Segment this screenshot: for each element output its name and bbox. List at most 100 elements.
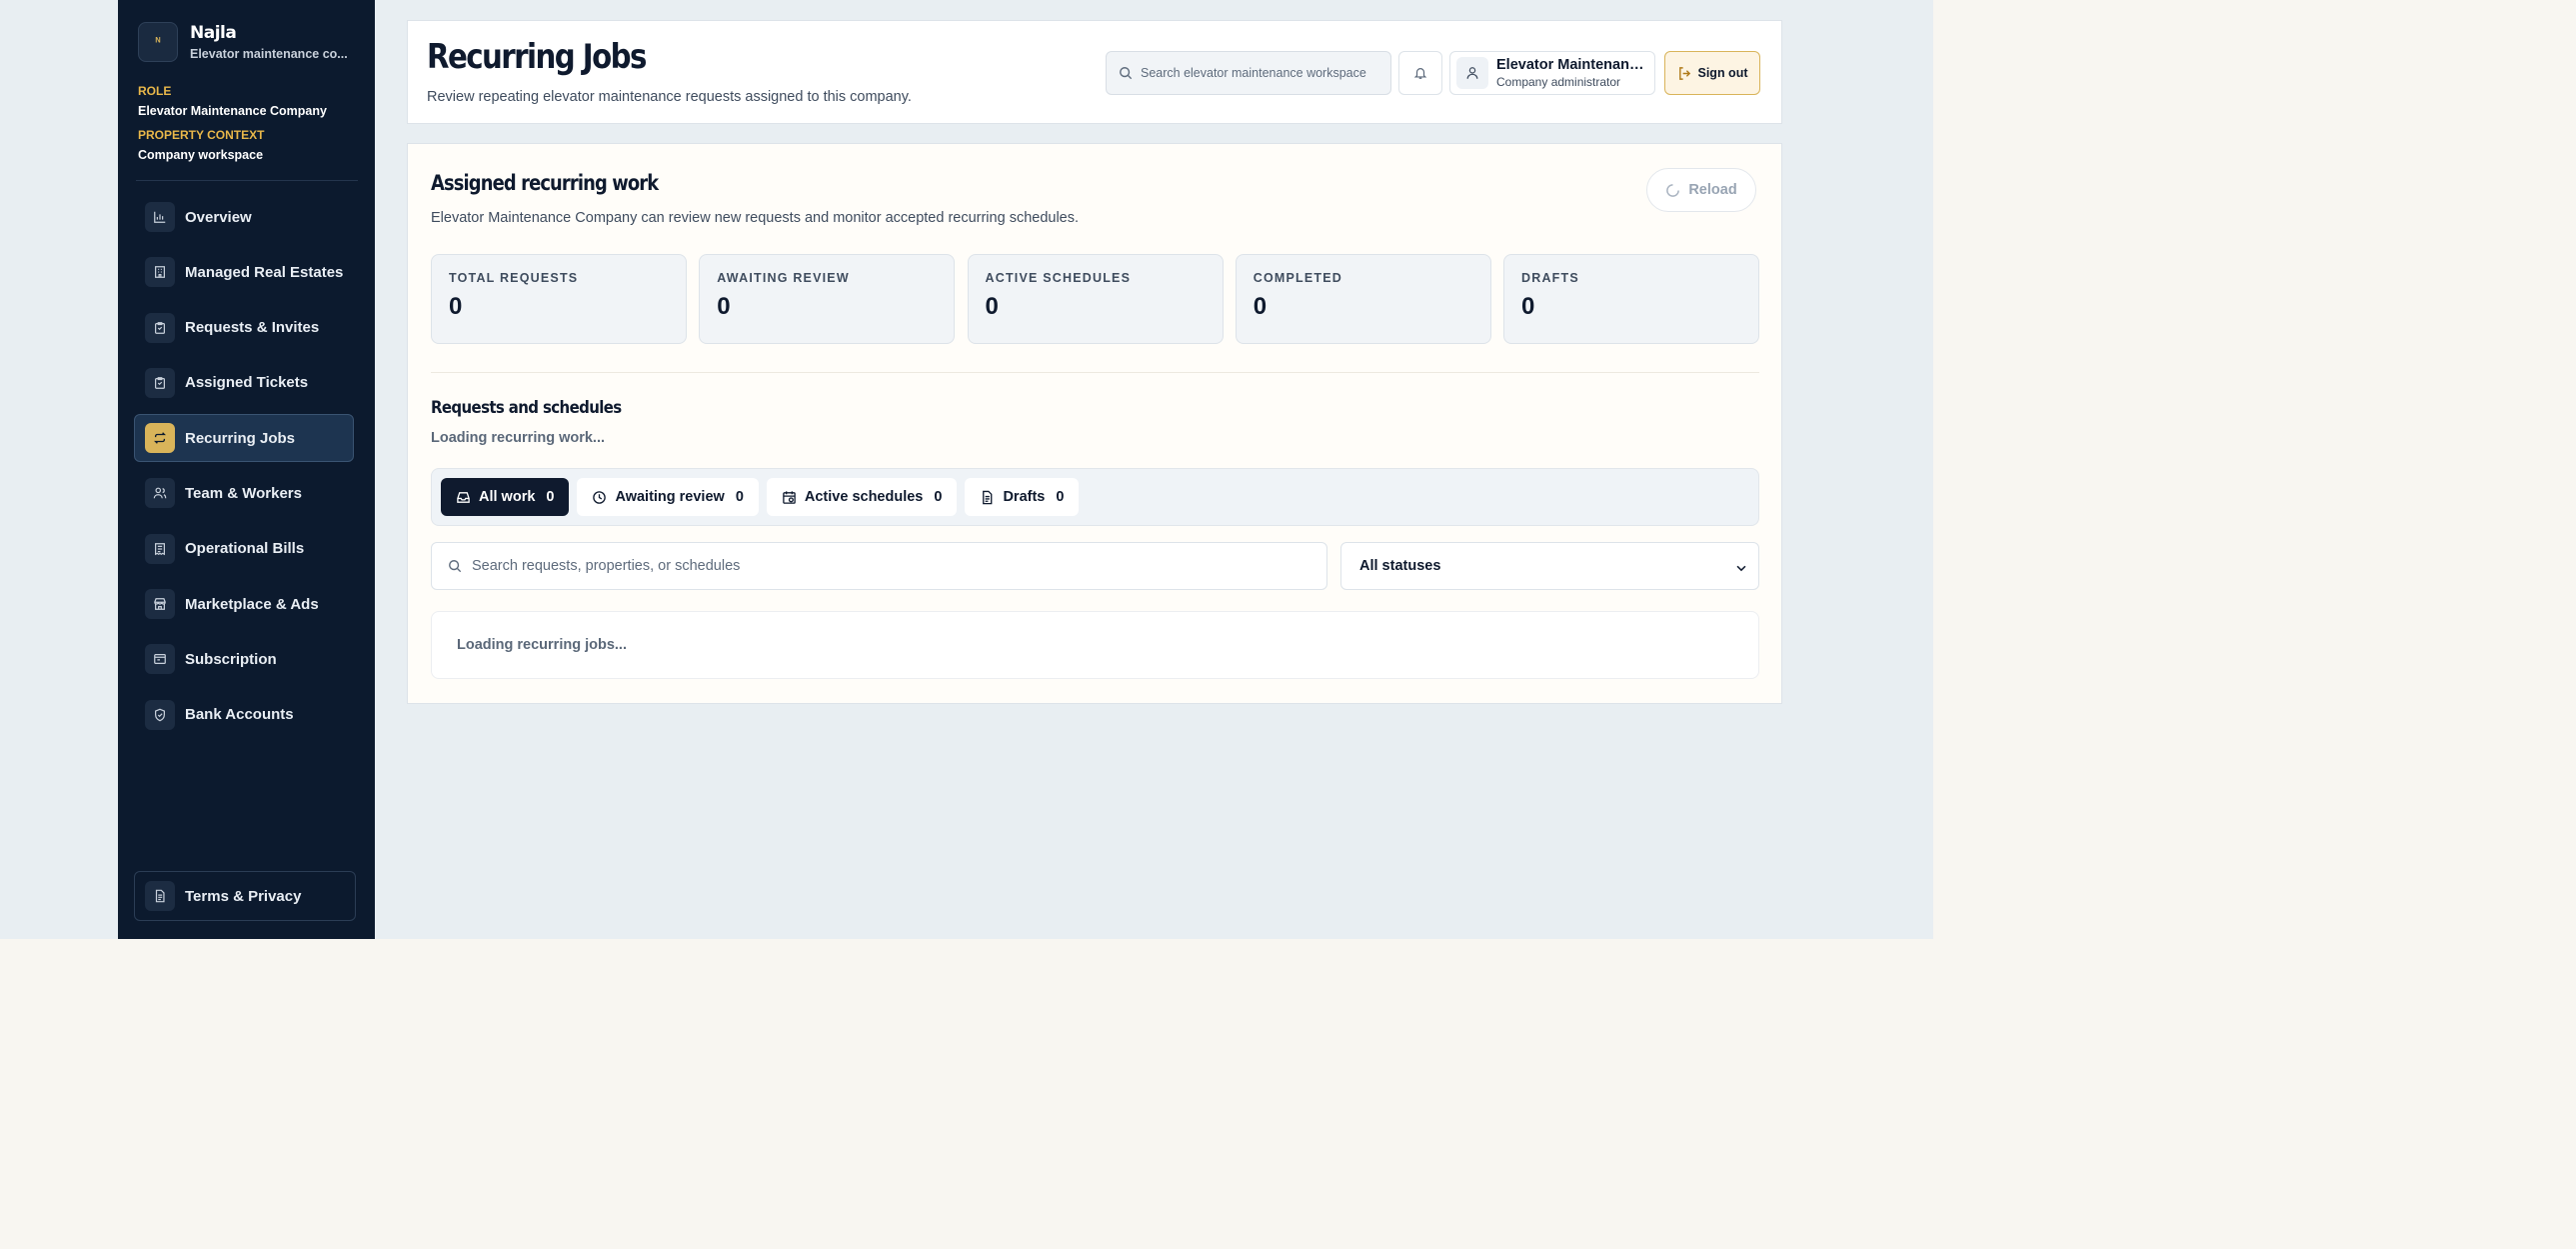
sign-out-icon	[1678, 66, 1690, 80]
status-filter-value: All statuses	[1359, 558, 1441, 574]
sign-out-button[interactable]: Sign out	[1664, 51, 1760, 95]
role-label: ROLE	[138, 84, 172, 98]
document-icon	[983, 490, 993, 504]
stat-label: COMPLETED	[1253, 271, 1343, 285]
work-filter-tabs: All work 0 Awaiting review 0 Active sche…	[431, 468, 1759, 526]
role-context: ROLE Elevator Maintenance Company PROPER…	[138, 84, 358, 172]
clipboard-check-icon	[145, 367, 175, 398]
document-icon	[145, 881, 175, 911]
sign-out-label: Sign out	[1697, 66, 1748, 80]
sidebar-divider	[136, 180, 358, 181]
sidebar-item-label: Subscription	[185, 650, 277, 668]
terms-privacy-link[interactable]: Terms & Privacy	[134, 871, 356, 921]
sidebar-item-requests-invites[interactable]: Requests & Invites	[134, 304, 354, 352]
stat-value: 0	[1521, 293, 1535, 320]
property-context-value: Company workspace	[138, 148, 264, 162]
notifications-button[interactable]	[1398, 51, 1442, 95]
tab-drafts[interactable]: Drafts 0	[965, 478, 1080, 516]
sidebar-item-label: Managed Real Estates	[185, 263, 344, 281]
user-role: Company administrator	[1496, 75, 1621, 89]
app-shell: ᴺ Najla Elevator maintenance co... ROLE …	[0, 0, 1933, 939]
tab-label: Active schedules	[804, 489, 924, 505]
search-icon	[449, 560, 462, 573]
stat-label: AWAITING REVIEW	[717, 271, 850, 285]
loading-text: Loading recurring jobs...	[457, 637, 627, 653]
sidebar-item-managed-real-estates[interactable]: Managed Real Estates	[134, 248, 354, 296]
bell-icon	[1413, 68, 1427, 79]
list-title: Requests and schedules	[431, 398, 622, 418]
sidebar-item-label: Operational Bills	[185, 540, 305, 558]
store-icon	[145, 589, 175, 620]
reload-label: Reload	[1688, 182, 1737, 198]
role-value: Elevator Maintenance Company	[138, 104, 327, 118]
tab-label: Drafts	[1003, 489, 1046, 505]
stat-drafts: DRAFTS 0	[1503, 254, 1759, 344]
reload-button[interactable]: Reload	[1646, 168, 1756, 212]
shield-icon	[145, 699, 175, 730]
stat-label: TOTAL REQUESTS	[449, 271, 579, 285]
stat-awaiting-review: AWAITING REVIEW 0	[699, 254, 956, 344]
requests-search-input[interactable]: Search requests, properties, or schedule…	[431, 542, 1327, 590]
page-title: Recurring Jobs	[427, 37, 647, 77]
stat-active-schedules: ACTIVE SCHEDULES 0	[967, 254, 1224, 344]
tab-count: 0	[934, 489, 943, 505]
inbox-icon	[457, 491, 470, 503]
tab-label: All work	[479, 489, 536, 505]
tab-all-work[interactable]: All work 0	[441, 478, 570, 516]
recurring-work-panel: Assigned recurring work Elevator Mainten…	[407, 143, 1782, 704]
user-menu[interactable]: Elevator Maintenance Company Company adm…	[1449, 51, 1655, 95]
tab-active-schedules[interactable]: Active schedules 0	[766, 478, 958, 516]
search-icon	[1120, 67, 1133, 80]
sidebar-item-recurring-jobs[interactable]: Recurring Jobs	[134, 414, 354, 463]
list-status: Loading recurring work...	[431, 430, 606, 446]
brand[interactable]: ᴺ Najla Elevator maintenance co...	[138, 22, 350, 62]
calendar-icon	[783, 490, 796, 504]
brand-subtitle: Elevator maintenance co...	[190, 47, 348, 61]
sidebar-item-subscription[interactable]: Subscription	[134, 635, 354, 683]
sidebar: ᴺ Najla Elevator maintenance co... ROLE …	[118, 0, 375, 939]
sidebar-item-label: Marketplace & Ads	[185, 595, 319, 613]
loading-state: Loading recurring jobs...	[431, 611, 1759, 679]
tab-count: 0	[1056, 489, 1065, 505]
property-context-label: PROPERTY CONTEXT	[138, 128, 265, 142]
sidebar-item-label: Recurring Jobs	[185, 429, 296, 447]
workspace-search-input[interactable]: Search elevator maintenance workspace	[1106, 51, 1391, 95]
stat-value: 0	[449, 293, 463, 320]
building-icon	[145, 257, 175, 288]
stat-total-requests: TOTAL REQUESTS 0	[431, 254, 687, 344]
tab-label: Awaiting review	[615, 489, 725, 505]
tab-count: 0	[546, 489, 555, 505]
sidebar-item-marketplace-ads[interactable]: Marketplace & Ads	[134, 580, 354, 628]
sidebar-item-team-workers[interactable]: Team & Workers	[134, 469, 354, 517]
sidebar-item-assigned-tickets[interactable]: Assigned Tickets	[134, 359, 354, 407]
sidebar-item-bank-accounts[interactable]: Bank Accounts	[134, 691, 354, 739]
stat-value: 0	[1253, 293, 1268, 320]
requests-search-placeholder: Search requests, properties, or schedule…	[472, 558, 741, 574]
brand-name: Najla	[190, 23, 237, 43]
tab-awaiting-review[interactable]: Awaiting review 0	[577, 478, 759, 516]
sidebar-item-operational-bills[interactable]: Operational Bills	[134, 525, 354, 573]
receipt-icon	[145, 533, 175, 564]
sidebar-nav: Overview Managed Real Estates Requests &…	[134, 193, 354, 746]
spinner-icon	[1666, 183, 1680, 197]
stat-label: ACTIVE SCHEDULES	[985, 271, 1132, 285]
sidebar-item-overview[interactable]: Overview	[134, 193, 354, 241]
sidebar-item-label: Assigned Tickets	[185, 374, 309, 392]
chevron-down-icon	[1736, 565, 1746, 572]
repeat-icon	[145, 423, 175, 454]
user-icon	[1456, 57, 1488, 89]
stat-completed: COMPLETED 0	[1235, 254, 1491, 344]
page-header: Recurring Jobs Review repeating elevator…	[407, 20, 1782, 124]
stat-value: 0	[717, 293, 731, 320]
users-icon	[145, 478, 175, 509]
stat-value: 0	[985, 293, 999, 320]
sidebar-item-label: Bank Accounts	[185, 706, 294, 724]
clock-icon	[593, 490, 607, 504]
status-filter-select[interactable]: All statuses	[1340, 542, 1759, 590]
section-subtitle: Elevator Maintenance Company can review …	[431, 210, 1080, 226]
sidebar-item-label: Team & Workers	[185, 484, 302, 502]
stats-row: TOTAL REQUESTS 0 AWAITING REVIEW 0 ACTIV…	[431, 254, 1759, 344]
terms-privacy-label: Terms & Privacy	[185, 887, 302, 905]
workspace-search-placeholder: Search elevator maintenance workspace	[1141, 66, 1366, 80]
page-subtitle: Review repeating elevator maintenance re…	[427, 89, 912, 105]
